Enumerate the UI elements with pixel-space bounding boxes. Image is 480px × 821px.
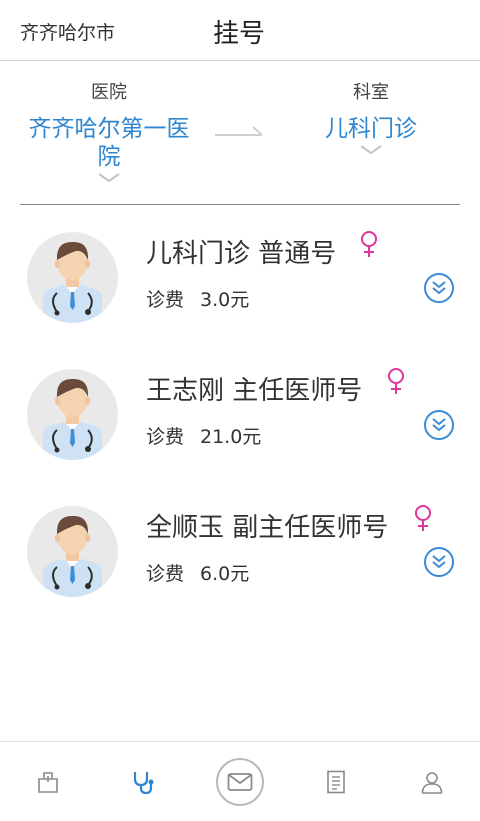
hospital-label: 医院 — [91, 82, 127, 103]
doctor-item[interactable]: 全顺玉 副主任医师号 诊费 6.0元 — [0, 479, 480, 616]
fee-label: 诊费 — [146, 289, 185, 311]
department-value[interactable]: 儿科门诊 — [281, 115, 461, 143]
department-label: 科室 — [353, 82, 389, 103]
doctor-name: 王志刚 主任医师号 — [146, 376, 363, 406]
doctor-list: 儿科门诊 普通号 诊费 3.0元 王志刚 主任医师号 诊费 21.0元 全顺玉 … — [0, 205, 480, 616]
user-icon — [421, 772, 443, 794]
mail-icon — [227, 773, 253, 791]
female-icon — [415, 505, 431, 531]
arrow-right-icon — [215, 126, 263, 136]
double-chevron-down-icon — [432, 281, 446, 295]
fee-value: 21.0元 — [200, 426, 262, 448]
expand-button[interactable] — [424, 547, 454, 577]
expand-button[interactable] — [424, 273, 454, 303]
stethoscope-icon — [133, 772, 154, 795]
fee-label: 诊费 — [146, 426, 185, 448]
double-chevron-down-icon — [432, 555, 446, 569]
fee-value: 3.0元 — [200, 289, 250, 311]
app-header: 齐齐哈尔市 挂号 — [0, 0, 480, 61]
doctor-avatar — [27, 369, 118, 460]
tab-registration[interactable] — [96, 742, 192, 821]
bottom-tab-bar — [0, 741, 480, 821]
registration-selector: 医院 齐齐哈尔第一医院 科室 儿科门诊 — [0, 61, 480, 204]
expand-button[interactable] — [424, 410, 454, 440]
doctor-avatar — [27, 506, 118, 597]
hospital-icon — [38, 772, 58, 793]
chevron-down-icon[interactable] — [360, 145, 382, 155]
chevron-down-icon[interactable] — [98, 173, 120, 183]
doctor-item[interactable]: 儿科门诊 普通号 诊费 3.0元 — [0, 205, 480, 342]
tab-reports[interactable] — [288, 742, 384, 821]
doctor-item[interactable]: 王志刚 主任医师号 诊费 21.0元 — [0, 342, 480, 479]
female-icon — [361, 231, 377, 257]
report-icon — [327, 770, 345, 794]
doctor-name: 全顺玉 副主任医师号 — [146, 513, 389, 543]
female-icon — [388, 368, 404, 394]
doctor-avatar — [27, 232, 118, 323]
fee-label: 诊费 — [146, 563, 185, 585]
double-chevron-down-icon — [432, 418, 446, 432]
hospital-selector[interactable]: 医院 齐齐哈尔第一医院 — [19, 61, 199, 183]
hospital-value[interactable]: 齐齐哈尔第一医院 — [19, 115, 199, 171]
doctor-name: 儿科门诊 普通号 — [146, 239, 337, 269]
department-selector[interactable]: 科室 儿科门诊 — [281, 61, 461, 155]
fee-value: 6.0元 — [200, 563, 250, 585]
page-title: 挂号 — [212, 19, 265, 49]
tab-hospital[interactable] — [0, 742, 96, 821]
tab-profile[interactable] — [384, 742, 480, 821]
tab-messages[interactable] — [192, 742, 288, 821]
